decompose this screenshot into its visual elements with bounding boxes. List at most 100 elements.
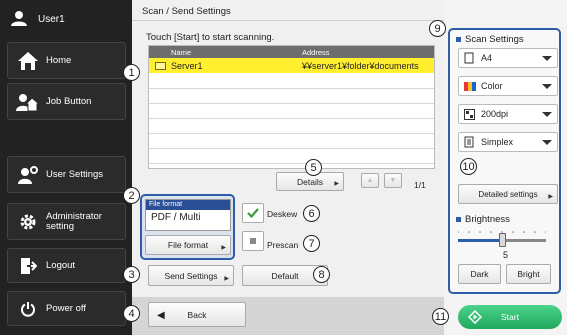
slider-tick [523, 231, 525, 233]
job-button-icon [14, 92, 42, 112]
detailed-settings-button[interactable]: Detailed settings ▶ [458, 184, 558, 204]
sides-value: Simplex [481, 137, 514, 147]
prescan-label: Prescan [267, 240, 299, 250]
send-settings-button[interactable]: Send Settings ▶ [148, 265, 234, 286]
chevron-down-icon [542, 112, 552, 117]
list-header: Name Address [149, 46, 434, 58]
brightness-slider-handle[interactable] [498, 233, 506, 247]
callout-10: 10 [460, 158, 477, 175]
chevron-right-icon: ▶ [224, 276, 229, 282]
user-settings-icon [14, 165, 42, 185]
folder-icon [155, 62, 166, 70]
user-indicator: User1 [10, 8, 125, 30]
destination-name: Server1 [171, 61, 203, 71]
checkmark-icon [247, 208, 259, 218]
user-icon [10, 10, 28, 28]
slider-tick [534, 231, 536, 233]
callout-7: 7 [303, 235, 320, 252]
sidebar-item-label: Job Button [46, 95, 92, 107]
chevron-down-icon [542, 140, 552, 145]
back-label: Back [187, 309, 207, 320]
brightness-title-text: Brightness [465, 214, 510, 225]
paper-size-value: A4 [481, 53, 493, 63]
file-format-button[interactable]: File format ▶ [145, 235, 231, 255]
color-mode-icon [464, 81, 478, 91]
sidebar-item-label: Home [46, 54, 72, 66]
scan-settings-title-text: Scan Settings [465, 34, 524, 45]
slider-tick [458, 231, 459, 233]
dark-button[interactable]: Dark [458, 264, 501, 284]
scroll-down-button[interactable]: ▼ [384, 173, 402, 188]
scroll-up-button[interactable]: ▲ [361, 173, 379, 188]
color-mode-value: Color [481, 81, 503, 91]
user-name: User1 [38, 13, 65, 25]
dark-label: Dark [470, 269, 489, 279]
start-label: Start [501, 312, 519, 322]
sidebar-item-administrator-setting[interactable]: Administrator setting [7, 203, 126, 240]
arrow-up-icon: ▲ [366, 177, 374, 184]
bright-label: Bright [517, 269, 540, 279]
column-header-name: Name [171, 48, 192, 57]
callout-5: 5 [305, 159, 322, 176]
deskew-checkbox[interactable] [242, 203, 264, 223]
bright-button[interactable]: Bright [506, 264, 551, 284]
sidebar-item-label: Logout [46, 259, 76, 271]
sidebar-item-job-button[interactable]: Job Button [7, 83, 126, 120]
prescan-checkbox[interactable] [242, 231, 264, 251]
list-row-divider [149, 118, 434, 119]
back-button[interactable]: ◀ Back [148, 302, 246, 327]
slider-tick [479, 231, 481, 233]
detailed-settings-label: Detailed settings [478, 189, 538, 199]
list-item[interactable]: Server1 ¥¥server1¥folder¥documents [149, 58, 434, 73]
main-panel: Scan / Send Settings Touch [Start] to st… [132, 0, 444, 335]
destination-address: ¥¥server1¥folder¥documents [302, 61, 419, 71]
chevron-right-icon: ▶ [221, 245, 226, 251]
list-row-divider [149, 88, 434, 89]
callout-9: 9 [429, 20, 446, 37]
list-row-divider [149, 133, 434, 134]
sidebar-item-label: Administrator setting [46, 210, 102, 232]
callout-2: 2 [123, 187, 140, 204]
section-bullet-icon [456, 37, 461, 42]
file-format-button-label: File format [167, 240, 209, 250]
page-indicator: 1/1 [414, 180, 426, 190]
paper-size-select[interactable]: A4 [458, 48, 558, 68]
slider-tick [512, 231, 514, 233]
paper-icon [464, 52, 478, 64]
simplex-icon [464, 136, 478, 148]
home-icon [14, 51, 42, 71]
chevron-down-icon [542, 84, 552, 89]
logout-icon [14, 257, 42, 275]
list-row-divider [149, 148, 434, 149]
sides-select[interactable]: Simplex [458, 132, 558, 152]
instruction-text: Touch [Start] to start scanning. [146, 32, 275, 43]
callout-1: 1 [123, 64, 140, 81]
slider-tick [490, 231, 492, 233]
start-icon [467, 309, 483, 326]
sidebar-item-label: User Settings [46, 168, 104, 180]
details-label: Details [297, 176, 323, 187]
sidebar-item-logout[interactable]: Logout [7, 248, 126, 283]
chevron-down-icon [542, 56, 552, 61]
resolution-value: 200dpi [481, 109, 509, 119]
file-format-display: File format PDF / Multi [145, 199, 231, 231]
unchecked-indicator [250, 238, 256, 244]
color-mode-select[interactable]: Color [458, 76, 558, 96]
scan-settings-title: Scan Settings [456, 34, 524, 45]
brightness-title: Brightness [456, 214, 510, 225]
resolution-select[interactable]: 200dpi [458, 104, 558, 124]
default-label: Default [271, 270, 299, 281]
page-title: Scan / Send Settings [142, 6, 231, 17]
list-row-divider [149, 103, 434, 104]
callout-3: 3 [123, 266, 140, 283]
callout-11: 11 [432, 308, 449, 325]
column-header-address: Address [302, 48, 330, 57]
sidebar-item-power-off[interactable]: Power off [7, 291, 126, 326]
start-button[interactable]: Start [458, 305, 562, 329]
sidebar-item-label: Power off [46, 302, 86, 314]
power-icon [14, 301, 42, 317]
sidebar-item-home[interactable]: Home [7, 42, 126, 79]
callout-4: 4 [123, 305, 140, 322]
callout-6: 6 [303, 205, 320, 222]
sidebar-item-user-settings[interactable]: User Settings [7, 156, 126, 193]
